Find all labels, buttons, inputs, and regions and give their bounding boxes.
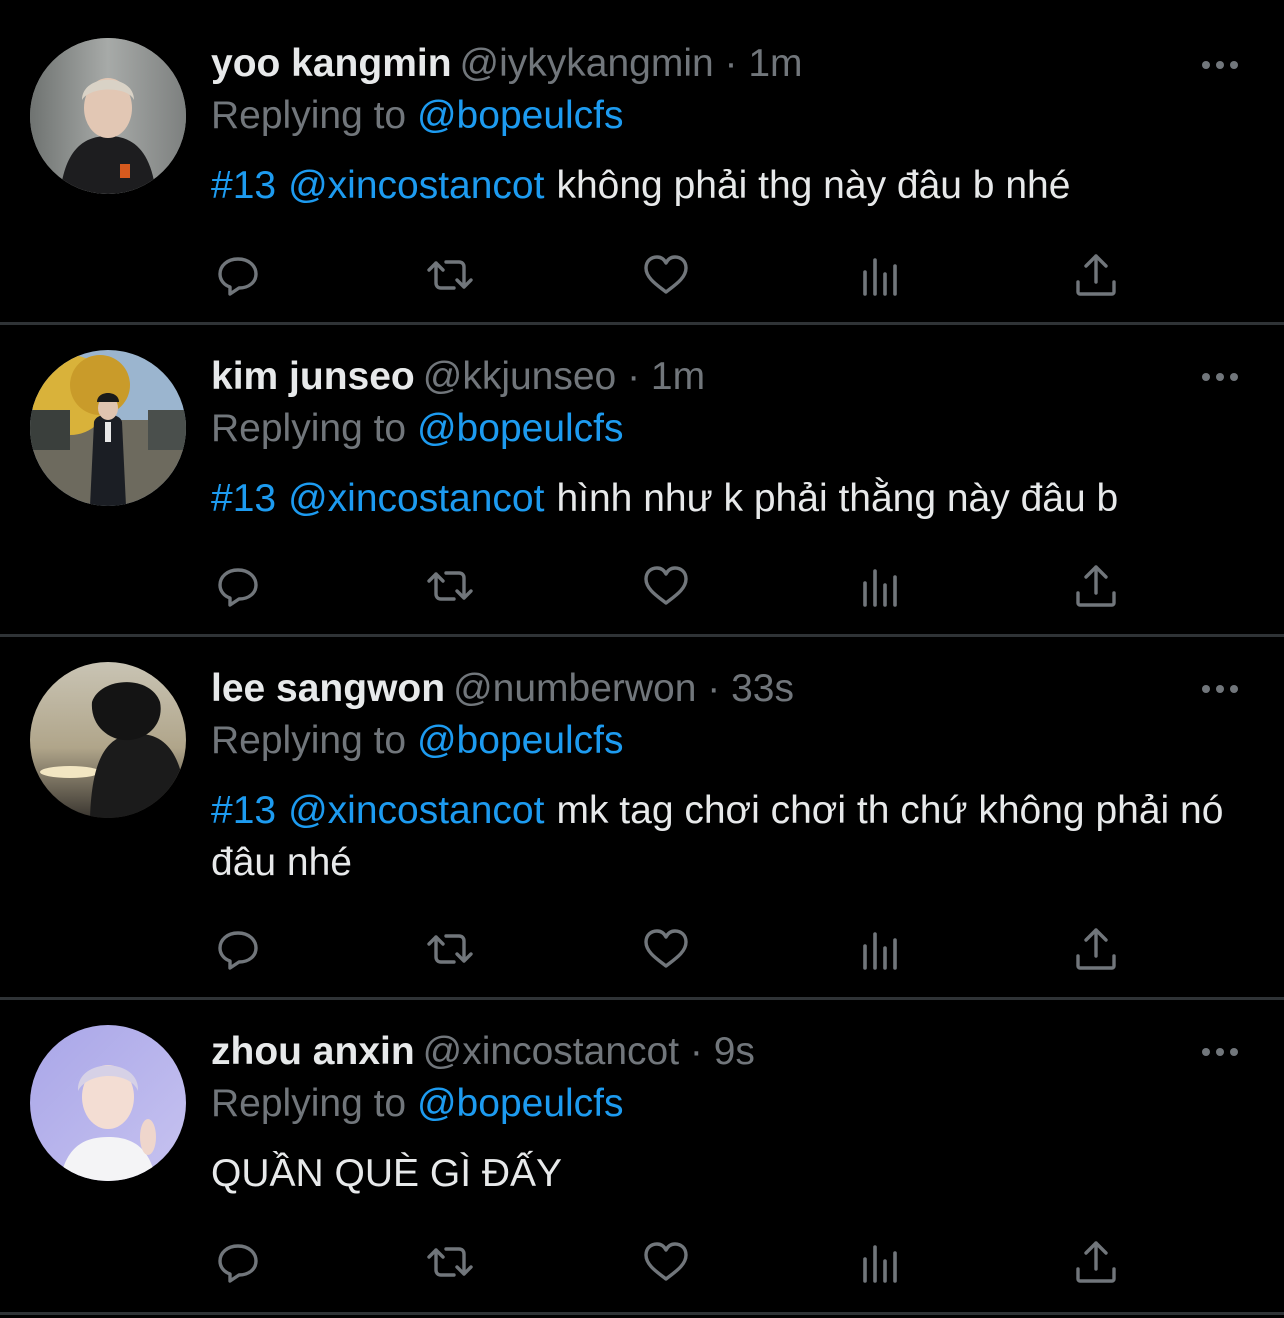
tweet-text: #13 @xincostancot không phải thg này đâu b…: [211, 160, 1231, 212]
share-icon[interactable]: [1071, 924, 1121, 974]
retweet-icon[interactable]: [425, 924, 475, 974]
like-icon[interactable]: [641, 250, 691, 300]
retweet-icon[interactable]: [425, 561, 475, 611]
avatar-photo: [30, 1025, 186, 1181]
mention-link[interactable]: @xincostancot: [288, 789, 544, 832]
handle-and-time: @iykykangmin · 1m: [459, 42, 803, 85]
retweet-icon[interactable]: [425, 250, 475, 300]
avatar[interactable]: [30, 38, 186, 194]
avatar[interactable]: [30, 350, 186, 506]
hashtag-link[interactable]: #13: [211, 477, 276, 520]
like-icon[interactable]: [641, 561, 691, 611]
mention-link[interactable]: @xincostancot: [288, 164, 544, 207]
tweet-content: yoo kangmin @iykykangmin · 1m Replying to…: [211, 38, 1244, 212]
action-bar: [211, 250, 1131, 300]
view-stats-icon[interactable]: [857, 561, 907, 611]
tweet-header: kim junseo @kkjunseo · 1m: [211, 351, 1244, 403]
avatar-photo: [30, 350, 186, 506]
share-icon[interactable]: [1071, 1237, 1121, 1287]
hashtag-link[interactable]: #13: [211, 164, 276, 207]
replying-to-label: Replying to: [211, 407, 407, 450]
reply-icon[interactable]: [213, 250, 263, 300]
tweet[interactable]: kim junseo @kkjunseo · 1m Replying to @bo…: [0, 325, 1284, 637]
action-bar: [211, 1237, 1131, 1287]
tweet-header: lee sangwon @numberwon · 33s: [211, 663, 1244, 715]
replying-to-label: Replying to: [211, 719, 407, 762]
action-bar: [211, 924, 1131, 974]
more-options-icon[interactable]: [1200, 369, 1240, 385]
reply-icon[interactable]: [213, 924, 263, 974]
display-name[interactable]: yoo kangmin: [211, 42, 452, 85]
more-options-icon[interactable]: [1200, 681, 1240, 697]
display-name[interactable]: zhou anxin: [211, 1030, 415, 1073]
replying-to: Replying to @bopeulcfs: [211, 715, 1244, 767]
share-icon[interactable]: [1071, 561, 1121, 611]
mention-link[interactable]: @xincostancot: [288, 477, 544, 520]
tweet-text: #13 @xincostancot mk tag chơi chơi th chứ …: [211, 785, 1231, 889]
reply-icon[interactable]: [213, 561, 263, 611]
handle-and-time: @numberwon · 33s: [453, 667, 794, 710]
retweet-icon[interactable]: [425, 1237, 475, 1287]
tweet-body: QUẦN QUÈ GÌ ĐẤY: [211, 1152, 563, 1195]
avatar[interactable]: [30, 662, 186, 818]
tweet-text: QUẦN QUÈ GÌ ĐẤY: [211, 1148, 1231, 1200]
replying-to-handle[interactable]: @bopeulcfs: [417, 94, 624, 137]
tweet-body: không phải thg này đâu b nhé: [556, 164, 1071, 207]
replying-to: Replying to @bopeulcfs: [211, 403, 1244, 455]
display-name[interactable]: lee sangwon: [211, 667, 445, 710]
hashtag-link[interactable]: #13: [211, 789, 276, 832]
action-bar: [211, 561, 1131, 611]
tweet[interactable]: lee sangwon @numberwon · 33s Replying to …: [0, 637, 1284, 1000]
replying-to-label: Replying to: [211, 1082, 407, 1125]
handle-and-time: @kkjunseo · 1m: [422, 355, 706, 398]
tweet-header: yoo kangmin @iykykangmin · 1m: [211, 38, 1244, 90]
avatar-photo: [30, 38, 186, 194]
tweet[interactable]: yoo kangmin @iykykangmin · 1m Replying to…: [0, 0, 1284, 325]
reply-feed: yoo kangmin @iykykangmin · 1m Replying to…: [0, 0, 1284, 1315]
replying-to-handle[interactable]: @bopeulcfs: [417, 719, 624, 762]
reply-icon[interactable]: [213, 1237, 263, 1287]
view-stats-icon[interactable]: [857, 924, 907, 974]
more-options-icon[interactable]: [1200, 57, 1240, 73]
avatar-photo: [30, 662, 186, 818]
replying-to-handle[interactable]: @bopeulcfs: [417, 407, 624, 450]
replying-to-handle[interactable]: @bopeulcfs: [417, 1082, 624, 1125]
tweet-content: zhou anxin @xincostancot · 9s Replying to…: [211, 1026, 1244, 1200]
view-stats-icon[interactable]: [857, 250, 907, 300]
like-icon[interactable]: [641, 924, 691, 974]
replying-to: Replying to @bopeulcfs: [211, 90, 1244, 142]
replying-to-label: Replying to: [211, 94, 407, 137]
replying-to: Replying to @bopeulcfs: [211, 1078, 1244, 1130]
tweet-text: #13 @xincostancot hình như k phải thằng nà…: [211, 473, 1231, 525]
avatar[interactable]: [30, 1025, 186, 1181]
like-icon[interactable]: [641, 1237, 691, 1287]
tweet[interactable]: zhou anxin @xincostancot · 9s Replying to…: [0, 1000, 1284, 1315]
tweet-content: kim junseo @kkjunseo · 1m Replying to @bo…: [211, 351, 1244, 525]
tweet-body: hình như k phải thằng này đâu b: [556, 477, 1119, 520]
display-name[interactable]: kim junseo: [211, 355, 415, 398]
view-stats-icon[interactable]: [857, 1237, 907, 1287]
handle-and-time: @xincostancot · 9s: [422, 1030, 755, 1073]
share-icon[interactable]: [1071, 250, 1121, 300]
tweet-header: zhou anxin @xincostancot · 9s: [211, 1026, 1244, 1078]
tweet-content: lee sangwon @numberwon · 33s Replying to …: [211, 663, 1244, 889]
more-options-icon[interactable]: [1200, 1044, 1240, 1060]
